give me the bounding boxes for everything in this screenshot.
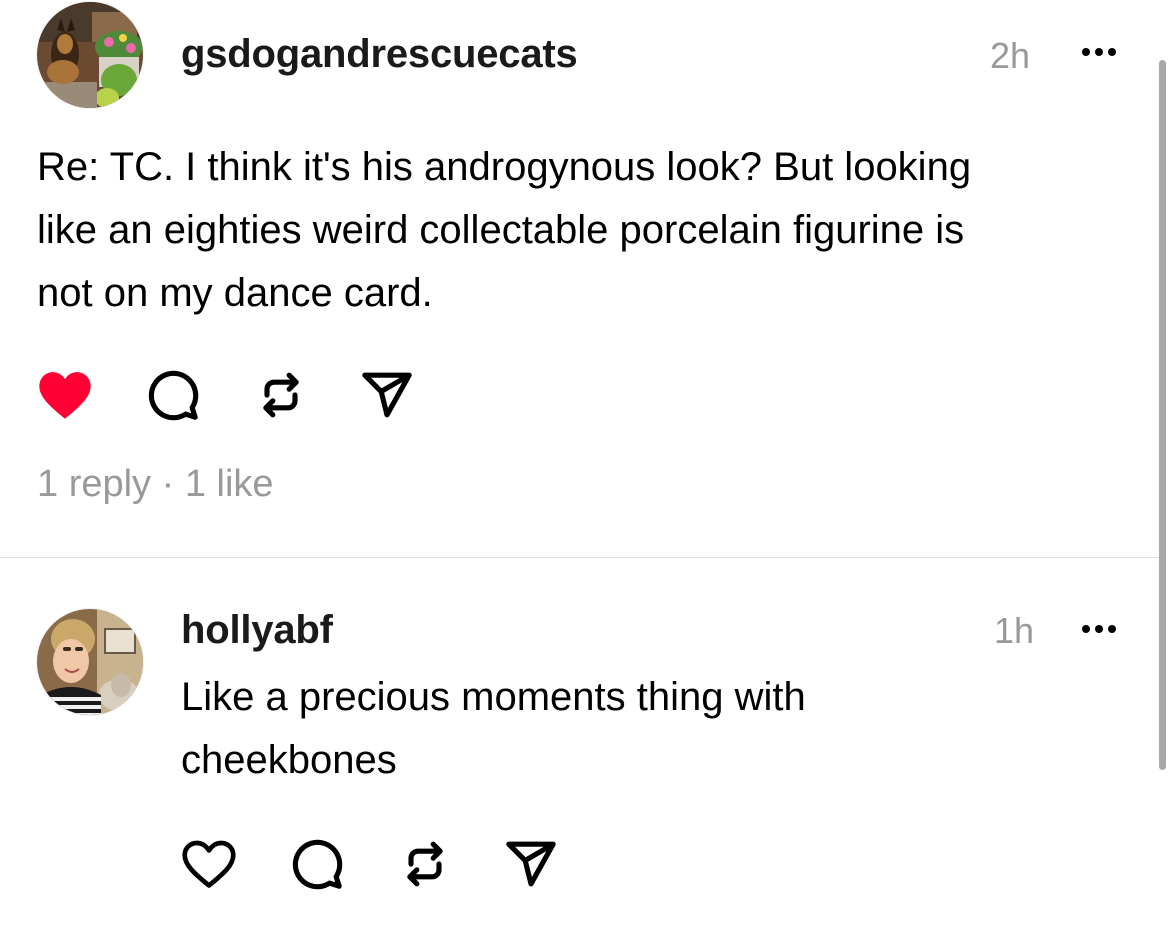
post-text-line: Like a precious moments thing with	[181, 675, 806, 719]
post-timestamp: 2h	[990, 35, 1031, 76]
post-text-line: Re: TC. I think it's his androgynous loo…	[37, 145, 972, 189]
repost-icon	[407, 841, 443, 887]
like-button[interactable]	[37, 367, 93, 423]
post-timestamp: 1h	[994, 610, 1035, 651]
replies-count[interactable]: 1 reply	[37, 463, 151, 505]
likes-count[interactable]: 1 like	[185, 463, 274, 505]
heart-icon	[39, 372, 91, 419]
more-dots-icon[interactable]	[1082, 48, 1116, 56]
stats-separator: ·	[161, 463, 175, 505]
send-icon	[362, 372, 412, 418]
post-text: Like a precious moments thing with cheek…	[181, 666, 806, 792]
heart-icon	[182, 840, 236, 888]
repost-icon	[263, 372, 299, 418]
post-stats: 1 reply · 1 like	[37, 463, 274, 506]
post-text-line: not on my dance card.	[37, 271, 433, 315]
post-actions	[181, 836, 559, 892]
post-text-line: cheekbones	[181, 738, 397, 782]
avatar-image	[37, 2, 143, 108]
comment-icon	[148, 370, 199, 421]
reply-button[interactable]	[145, 367, 201, 423]
send-icon	[506, 841, 556, 887]
repost-button[interactable]	[397, 836, 453, 892]
post-text-line: like an eighties weird collectable porce…	[37, 208, 965, 252]
post-text: Re: TC. I think it's his androgynous loo…	[37, 136, 971, 325]
post-username[interactable]: gsdogandrescuecats	[181, 32, 578, 77]
share-button[interactable]	[503, 836, 559, 892]
avatar[interactable]	[37, 2, 143, 108]
avatar-image	[37, 609, 143, 715]
more-dots-icon[interactable]	[1082, 625, 1116, 633]
reply-button[interactable]	[289, 836, 345, 892]
post-divider	[0, 557, 1160, 558]
repost-button[interactable]	[253, 367, 309, 423]
scrollbar[interactable]	[1159, 60, 1166, 770]
comment-icon	[292, 839, 343, 890]
share-button[interactable]	[359, 367, 415, 423]
post-username[interactable]: hollyabf	[181, 608, 333, 653]
avatar[interactable]	[37, 609, 143, 715]
like-button[interactable]	[181, 836, 237, 892]
post-actions	[37, 367, 415, 423]
